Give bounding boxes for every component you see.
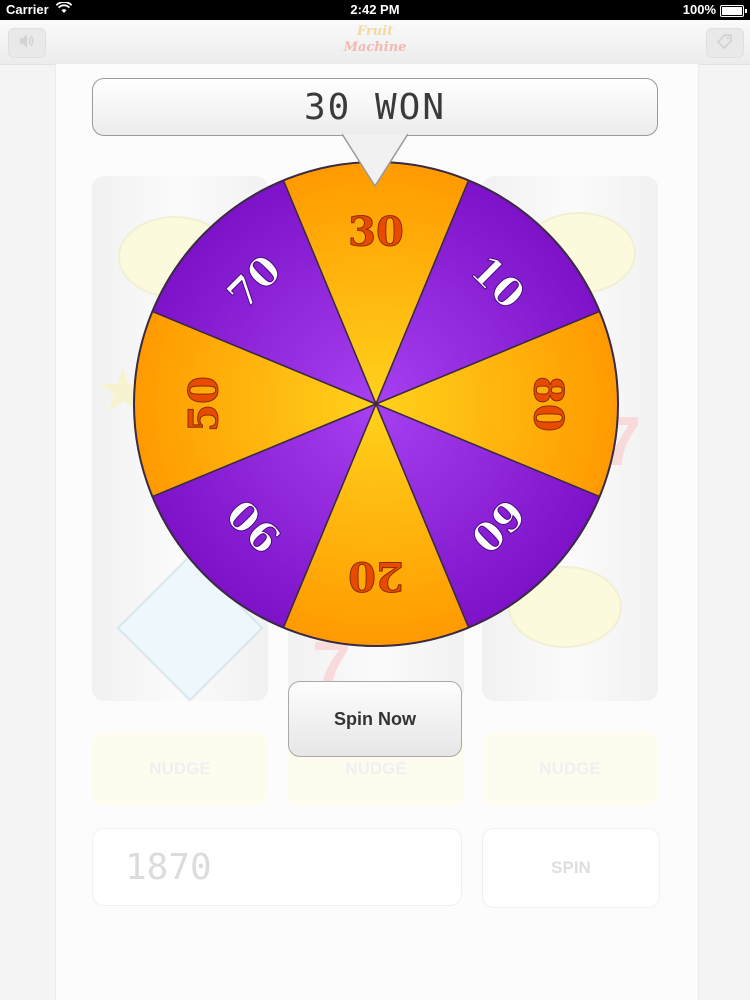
- prize-wheel[interactable]: 3010806020905070: [132, 160, 620, 648]
- nudge-button-left[interactable]: NUDGE: [92, 732, 268, 806]
- logo-line-1: Fruit: [356, 24, 394, 39]
- wheel-segment-label: 50: [181, 376, 228, 432]
- wheel-segment-label: 80: [525, 376, 572, 432]
- clock: 2:42 PM: [350, 2, 400, 17]
- battery-percent: 100%: [682, 2, 716, 17]
- nav-bar: Fruit Machine: [0, 20, 750, 65]
- status-bar: Carrier 2:42 PM 100%: [0, 0, 750, 20]
- logo-line-2: Machine: [343, 40, 407, 55]
- spin-now-button[interactable]: Spin Now: [288, 681, 462, 757]
- wheel-segment-label: 20: [348, 553, 404, 600]
- nudge-button-right[interactable]: NUDGE: [482, 732, 658, 806]
- battery-icon: [720, 5, 747, 17]
- app-logo: Fruit Machine: [0, 24, 750, 56]
- tag-icon: [716, 33, 734, 53]
- won-banner: 30 WON: [92, 78, 658, 136]
- pointer-arrow-icon: [342, 134, 408, 188]
- credits-display: 1870: [92, 828, 462, 906]
- wheel-segment-label: 30: [348, 209, 404, 256]
- spin-button[interactable]: SPIN: [482, 828, 660, 908]
- tag-button[interactable]: [706, 28, 744, 58]
